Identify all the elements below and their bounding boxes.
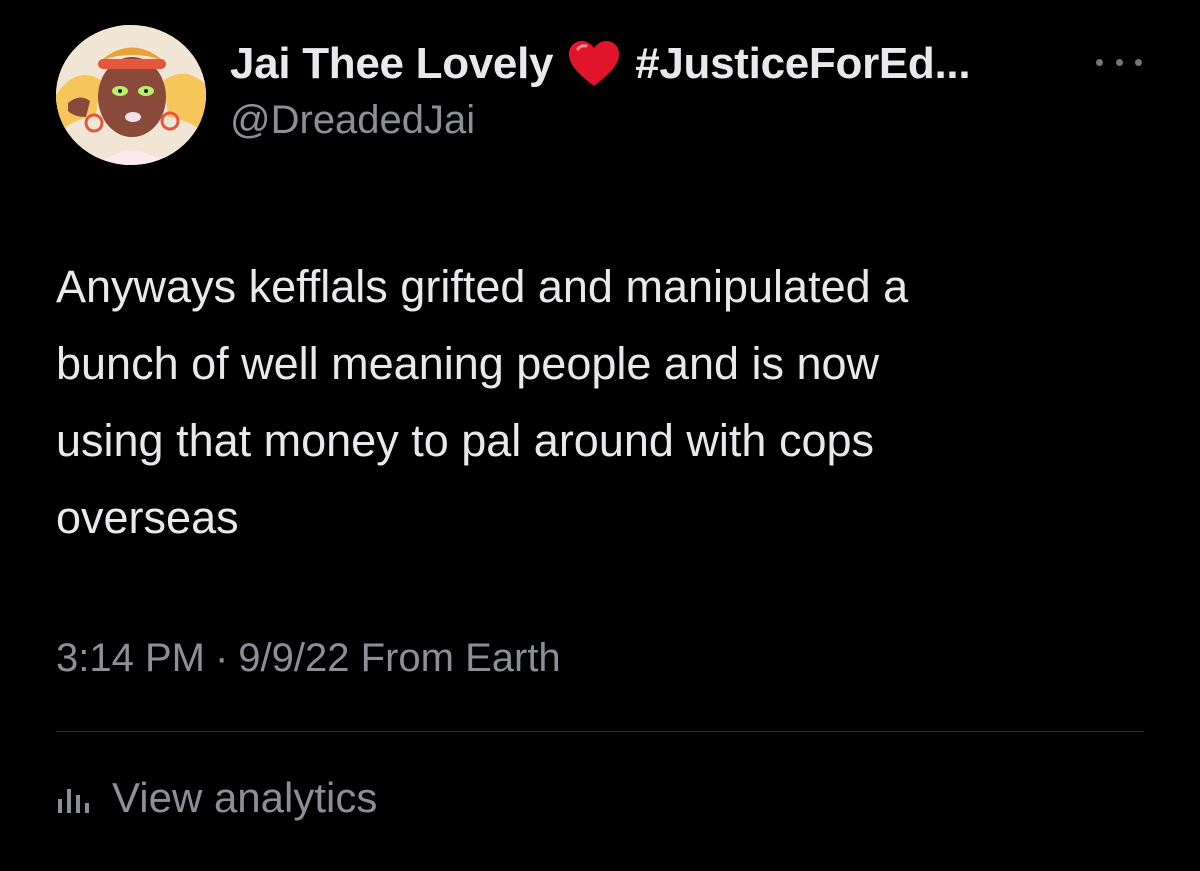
tweet-meta: 3:14 PM · 9/9/22 From Earth <box>56 636 561 681</box>
author-handle[interactable]: @DreadedJai <box>230 98 475 143</box>
tweet: Jai Thee Lovely #JusticeForEd... @Dreade… <box>0 0 1200 871</box>
tweet-date[interactable]: 9/9/22 <box>238 636 349 680</box>
tweet-source: From Earth <box>360 636 561 680</box>
dot-icon <box>1115 58 1123 66</box>
divider <box>56 731 1144 732</box>
tweet-text-line: using that money to pal around with cops <box>56 415 874 466</box>
tweet-time[interactable]: 3:14 PM <box>56 636 205 680</box>
avatar[interactable] <box>56 25 206 165</box>
meta-separator: · <box>214 636 229 680</box>
dot-icon <box>1096 58 1103 66</box>
tweet-text-line: overseas <box>56 492 239 543</box>
view-analytics-label[interactable]: View analytics <box>112 774 377 822</box>
tweet-text-line: bunch of well meaning people and is now <box>56 338 880 389</box>
view-analytics-button[interactable]: View analytics <box>56 768 377 828</box>
author-name-row[interactable]: Jai Thee Lovely #JusticeForEd... <box>230 36 971 92</box>
dot-icon <box>1135 58 1142 66</box>
author-name-hashtag: #JusticeForEd... <box>635 39 971 88</box>
heart-emoji <box>567 39 621 89</box>
tweet-text: Anyways kefflals grifted and manipulated… <box>56 248 1156 556</box>
avatar-illustration <box>56 25 206 165</box>
bar-chart-icon <box>56 783 94 813</box>
more-options-icon[interactable] <box>1096 52 1142 72</box>
tweet-text-line: Anyways kefflals grifted and manipulated… <box>56 261 909 312</box>
author-display-name[interactable]: Jai Thee Lovely <box>230 39 554 89</box>
